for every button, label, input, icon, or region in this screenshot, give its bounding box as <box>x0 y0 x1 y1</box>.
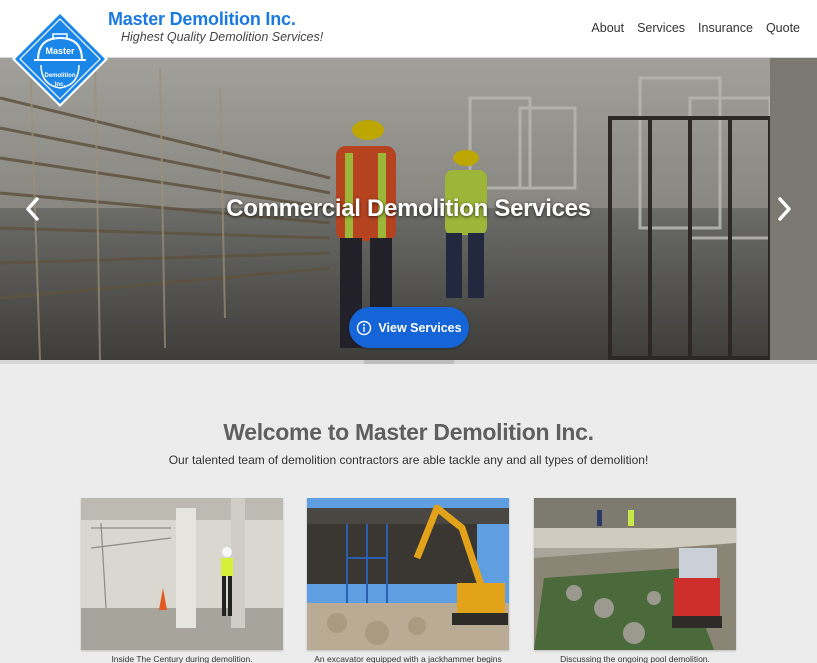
main-nav: About Services Insurance Quote <box>591 21 800 35</box>
hero-title: Commercial Demolition Services <box>226 195 591 222</box>
pool-demolition-photo <box>534 498 736 650</box>
chevron-left-icon[interactable] <box>22 196 44 222</box>
card-caption-pool: Discussing the ongoing pool demolition. <box>560 654 710 663</box>
site-header: Master Demolition Inc. Highest Quality D… <box>0 0 817 58</box>
nav-insurance[interactable]: Insurance <box>698 21 753 35</box>
interior-photo <box>81 498 283 650</box>
nav-quote[interactable]: Quote <box>766 21 800 35</box>
info-circle-icon <box>357 320 372 335</box>
card-caption-excavator: An excavator equipped with a jackhammer … <box>314 654 502 663</box>
view-services-label: View Services <box>378 320 462 335</box>
chevron-right-icon[interactable] <box>773 196 795 222</box>
welcome-subtitle: Our talented team of demolition contract… <box>168 453 649 467</box>
nav-about[interactable]: About <box>591 21 624 35</box>
brand-tagline: Highest Quality Demolition Services! <box>121 30 324 44</box>
nav-services[interactable]: Services <box>637 21 685 35</box>
carousel-indicator-active[interactable] <box>364 360 454 364</box>
excavator-photo <box>307 498 509 650</box>
logo-text-demolition: Demolition <box>45 73 76 79</box>
logo-text-inc: Inc. <box>55 82 66 88</box>
gallery-card-interior[interactable] <box>81 498 283 650</box>
gallery-card-excavator[interactable] <box>307 498 509 650</box>
logo-text-master: Master <box>45 46 75 56</box>
hero-carousel: Commercial Demolition Services View Serv… <box>0 58 817 360</box>
gallery-card-pool[interactable] <box>534 498 736 650</box>
welcome-title: Welcome to Master Demolition Inc. <box>223 419 594 445</box>
card-caption-interior: Inside The Century during demolition. <box>111 654 253 663</box>
brand-title[interactable]: Master Demolition Inc. <box>108 9 296 30</box>
company-logo[interactable]: Master Demolition Inc. <box>11 10 109 108</box>
view-services-button[interactable]: View Services <box>349 307 469 348</box>
